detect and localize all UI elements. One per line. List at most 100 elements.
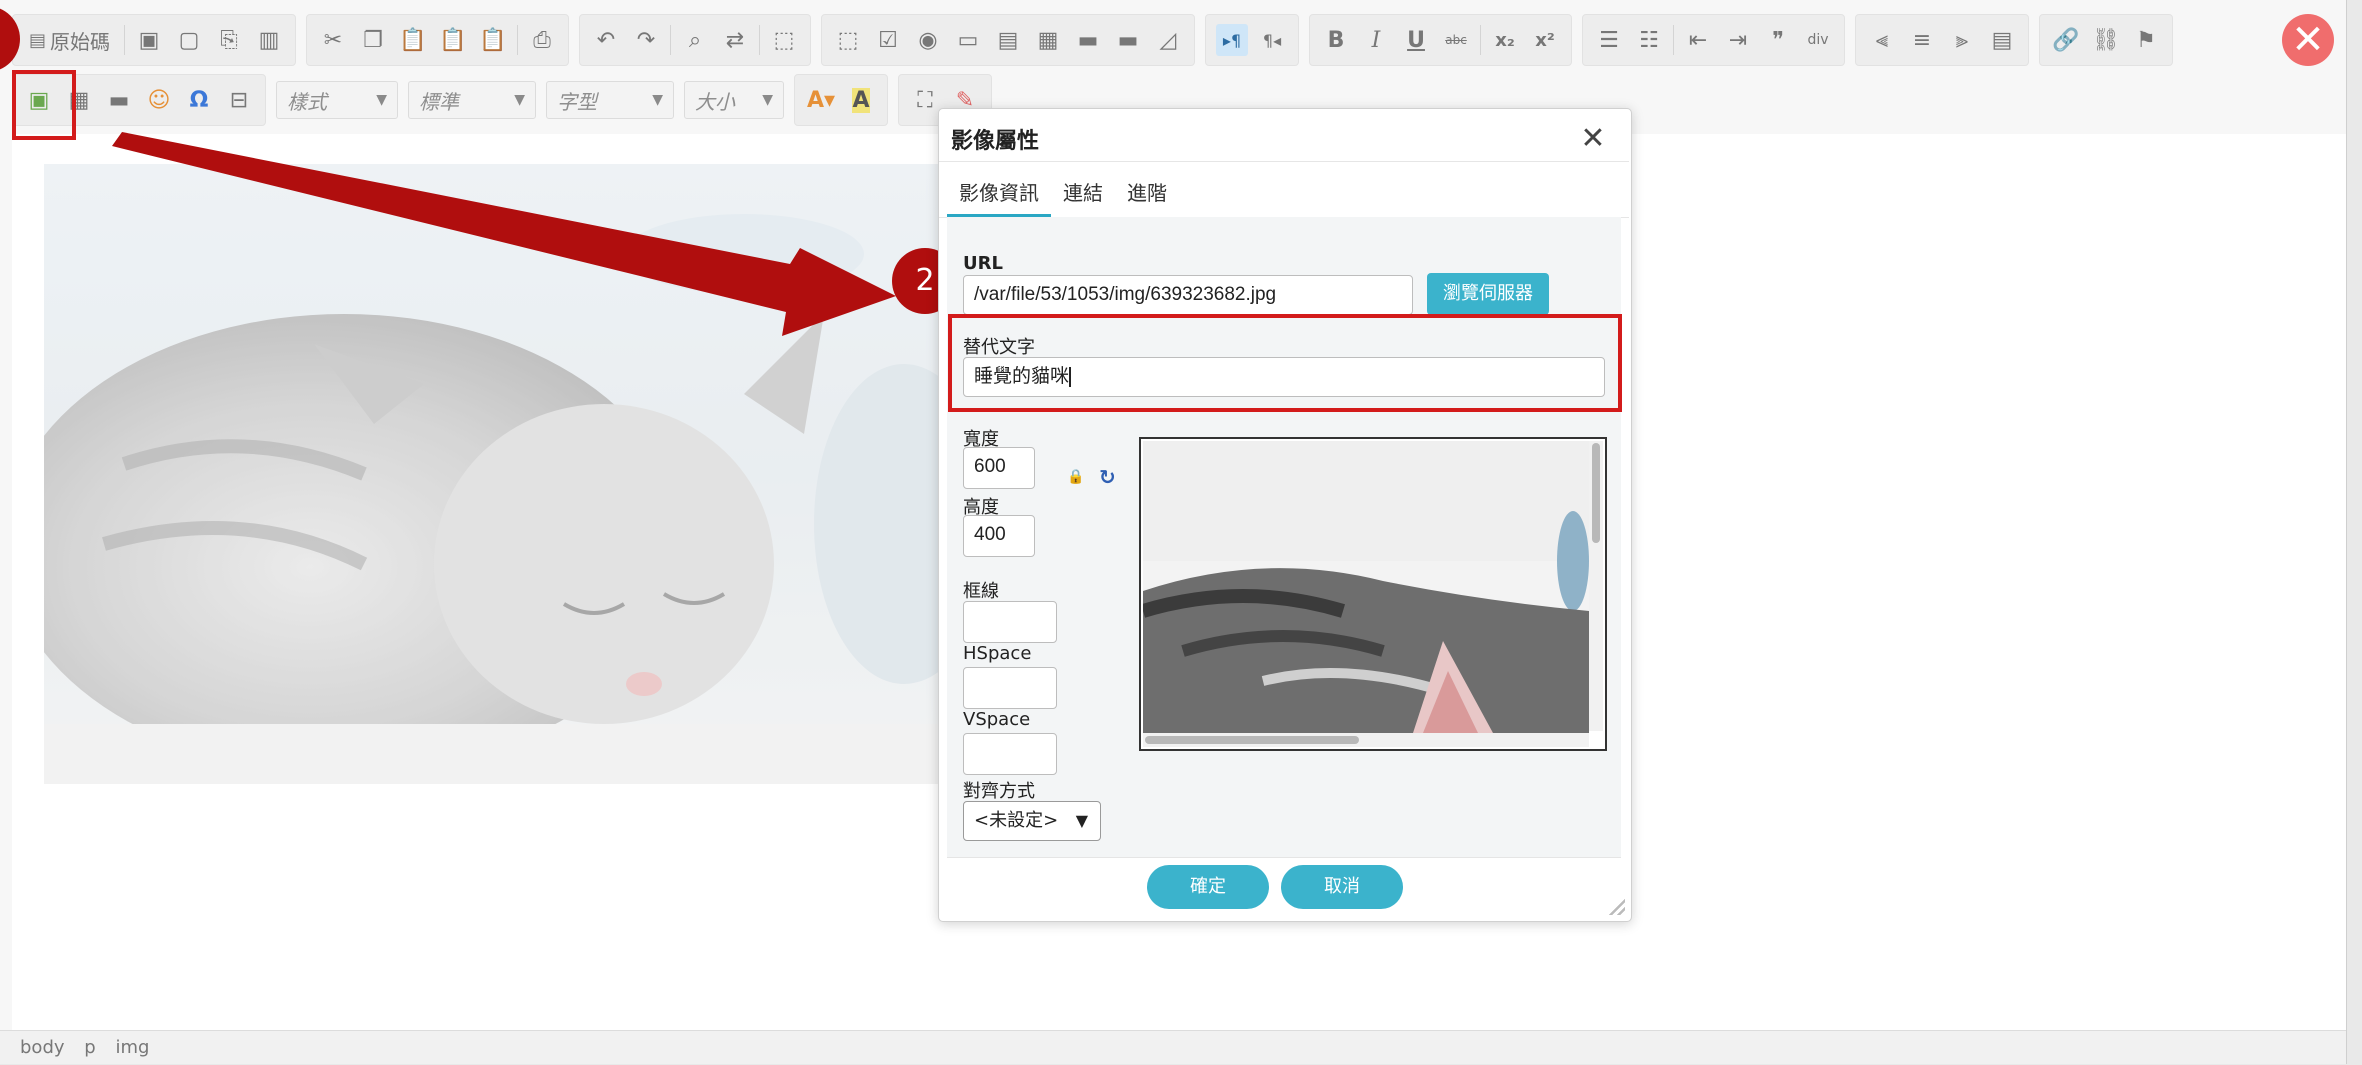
- bg-color-button[interactable]: A: [845, 84, 877, 116]
- preview-horizontal-scrollbar[interactable]: [1143, 733, 1589, 747]
- url-field[interactable]: /var/file/53/1053/img/639323682.jpg: [963, 275, 1413, 315]
- align-select[interactable]: <未設定> ▼: [963, 801, 1101, 841]
- preview-vertical-scrollbar[interactable]: [1589, 441, 1603, 731]
- textarea-button[interactable]: ▤: [992, 24, 1024, 56]
- undo-button[interactable]: ↶: [590, 24, 622, 56]
- paste-button[interactable]: 📋: [397, 24, 429, 56]
- button-button[interactable]: ▬: [1072, 24, 1104, 56]
- link-button[interactable]: 🔗: [2050, 24, 2082, 56]
- browse-server-button[interactable]: 瀏覽伺服器: [1427, 273, 1549, 315]
- paste-text-button[interactable]: 📋: [437, 24, 469, 56]
- ok-button[interactable]: 確定: [1147, 865, 1269, 909]
- checkbox-button[interactable]: ☑: [872, 24, 904, 56]
- preview-icon: ⎘: [220, 27, 238, 53]
- numbered-list-button[interactable]: ☰: [1593, 24, 1625, 56]
- align-right-button[interactable]: ⫸: [1946, 24, 1978, 56]
- underline-button[interactable]: U: [1400, 24, 1432, 56]
- find-button[interactable]: ⌕: [679, 24, 711, 56]
- special-char-button[interactable]: Ω: [183, 84, 215, 116]
- rtl-button[interactable]: ¶◂: [1256, 24, 1288, 56]
- cancel-button[interactable]: 取消: [1281, 865, 1403, 909]
- replace-button[interactable]: ⇄: [719, 24, 751, 56]
- tab-advanced[interactable]: 進階: [1115, 169, 1179, 217]
- maximize-button[interactable]: ⛶: [909, 84, 941, 116]
- source-button[interactable]: ▤ 原始碼: [23, 24, 116, 56]
- bold-button[interactable]: B: [1320, 24, 1352, 56]
- select-field-icon: ▦: [1037, 27, 1059, 53]
- outdent-button[interactable]: ⇤: [1682, 24, 1714, 56]
- preview-button[interactable]: ⎘: [213, 24, 245, 56]
- paste-word-icon: 📋: [479, 27, 507, 53]
- status-path-p[interactable]: p: [84, 1037, 95, 1058]
- font-combo[interactable]: 字型 ▼: [546, 81, 674, 119]
- radio-button[interactable]: ◉: [912, 24, 944, 56]
- format-combo[interactable]: 標準 ▼: [408, 81, 536, 119]
- toolbar-separator: [517, 25, 519, 55]
- italic-button[interactable]: I: [1360, 24, 1392, 56]
- redo-button[interactable]: ↷: [630, 24, 662, 56]
- new-page-button[interactable]: ▢: [173, 24, 205, 56]
- status-path-img[interactable]: img: [115, 1037, 149, 1058]
- smiley-icon: ☺: [147, 87, 171, 113]
- justify-button[interactable]: ▤: [1986, 24, 2018, 56]
- form-button[interactable]: ⬚: [832, 24, 864, 56]
- toolbar-separator: [1673, 25, 1675, 55]
- align-left-button[interactable]: ⫷: [1866, 24, 1898, 56]
- templates-button[interactable]: ▥: [253, 24, 285, 56]
- strike-button[interactable]: abc: [1440, 24, 1472, 56]
- scrollbar-thumb[interactable]: [1592, 443, 1600, 543]
- indent-icon: ⇥: [1728, 27, 1748, 53]
- replace-icon: ⇄: [725, 27, 745, 53]
- scrollbar-thumb[interactable]: [1145, 736, 1359, 744]
- reset-size-icon[interactable]: ↻: [1099, 465, 1116, 489]
- size-combo[interactable]: 大小 ▼: [684, 81, 784, 119]
- save-button[interactable]: ▣: [133, 24, 165, 56]
- image-button-button[interactable]: ▬: [1112, 24, 1144, 56]
- superscript-button[interactable]: x²: [1529, 24, 1561, 56]
- select-all-button[interactable]: ⬚: [768, 24, 800, 56]
- text-field-button[interactable]: ▭: [952, 24, 984, 56]
- print-button[interactable]: ⎙: [526, 24, 558, 56]
- radio-icon: ◉: [918, 27, 938, 53]
- blockquote-icon: ❞: [1772, 27, 1784, 53]
- border-field[interactable]: [963, 601, 1057, 643]
- tab-image-info[interactable]: 影像資訊: [947, 169, 1051, 217]
- unlink-button[interactable]: ⛓: [2090, 24, 2122, 56]
- blockquote-button[interactable]: ❞: [1762, 24, 1794, 56]
- dialog-close-button[interactable]: ✕: [1575, 121, 1611, 157]
- size-combo-label: 大小: [695, 89, 735, 114]
- subscript-button[interactable]: x₂: [1489, 24, 1521, 56]
- ltr-button[interactable]: ▸¶: [1216, 24, 1249, 56]
- dialog-footer-divider: [947, 857, 1621, 858]
- indent-button[interactable]: ⇥: [1722, 24, 1754, 56]
- resize-grip-icon[interactable]: [1609, 899, 1625, 915]
- cut-button[interactable]: ✂: [317, 24, 349, 56]
- toolbar-group-colors: A▾ A: [794, 74, 888, 126]
- page-break-button[interactable]: ⊟: [223, 84, 255, 116]
- paste-word-button[interactable]: 📋: [477, 24, 509, 56]
- copy-button[interactable]: ❐: [357, 24, 389, 56]
- text-color-button[interactable]: A▾: [805, 84, 837, 116]
- vspace-field[interactable]: [963, 733, 1057, 775]
- style-combo[interactable]: 樣式 ▼: [276, 81, 398, 119]
- tab-link[interactable]: 連結: [1051, 169, 1115, 217]
- format-combo-label: 標準: [419, 89, 459, 114]
- cat-image[interactable]: [44, 164, 950, 784]
- print-icon: ⎙: [533, 27, 551, 53]
- hspace-field[interactable]: [963, 667, 1057, 709]
- lock-ratio-icon[interactable]: 🔒: [1067, 469, 1084, 485]
- align-center-button[interactable]: ≡: [1906, 24, 1938, 56]
- toolbar-group-editing: ↶ ↷ ⌕ ⇄ ⬚: [579, 14, 812, 66]
- bulleted-list-button[interactable]: ☷: [1633, 24, 1665, 56]
- status-path-body[interactable]: body: [20, 1037, 65, 1058]
- anchor-button[interactable]: ⚑: [2130, 24, 2162, 56]
- smiley-button[interactable]: ☺: [143, 84, 175, 116]
- div-button[interactable]: div: [1802, 24, 1834, 56]
- width-field[interactable]: 600: [963, 447, 1035, 489]
- horizontal-rule-button[interactable]: ▬: [103, 84, 135, 116]
- select-field-button[interactable]: ▦: [1032, 24, 1064, 56]
- bold-icon: B: [1327, 27, 1345, 53]
- hidden-field-button[interactable]: ◿: [1152, 24, 1184, 56]
- height-field[interactable]: 400: [963, 515, 1035, 557]
- close-editor-button[interactable]: ✕: [2282, 14, 2334, 66]
